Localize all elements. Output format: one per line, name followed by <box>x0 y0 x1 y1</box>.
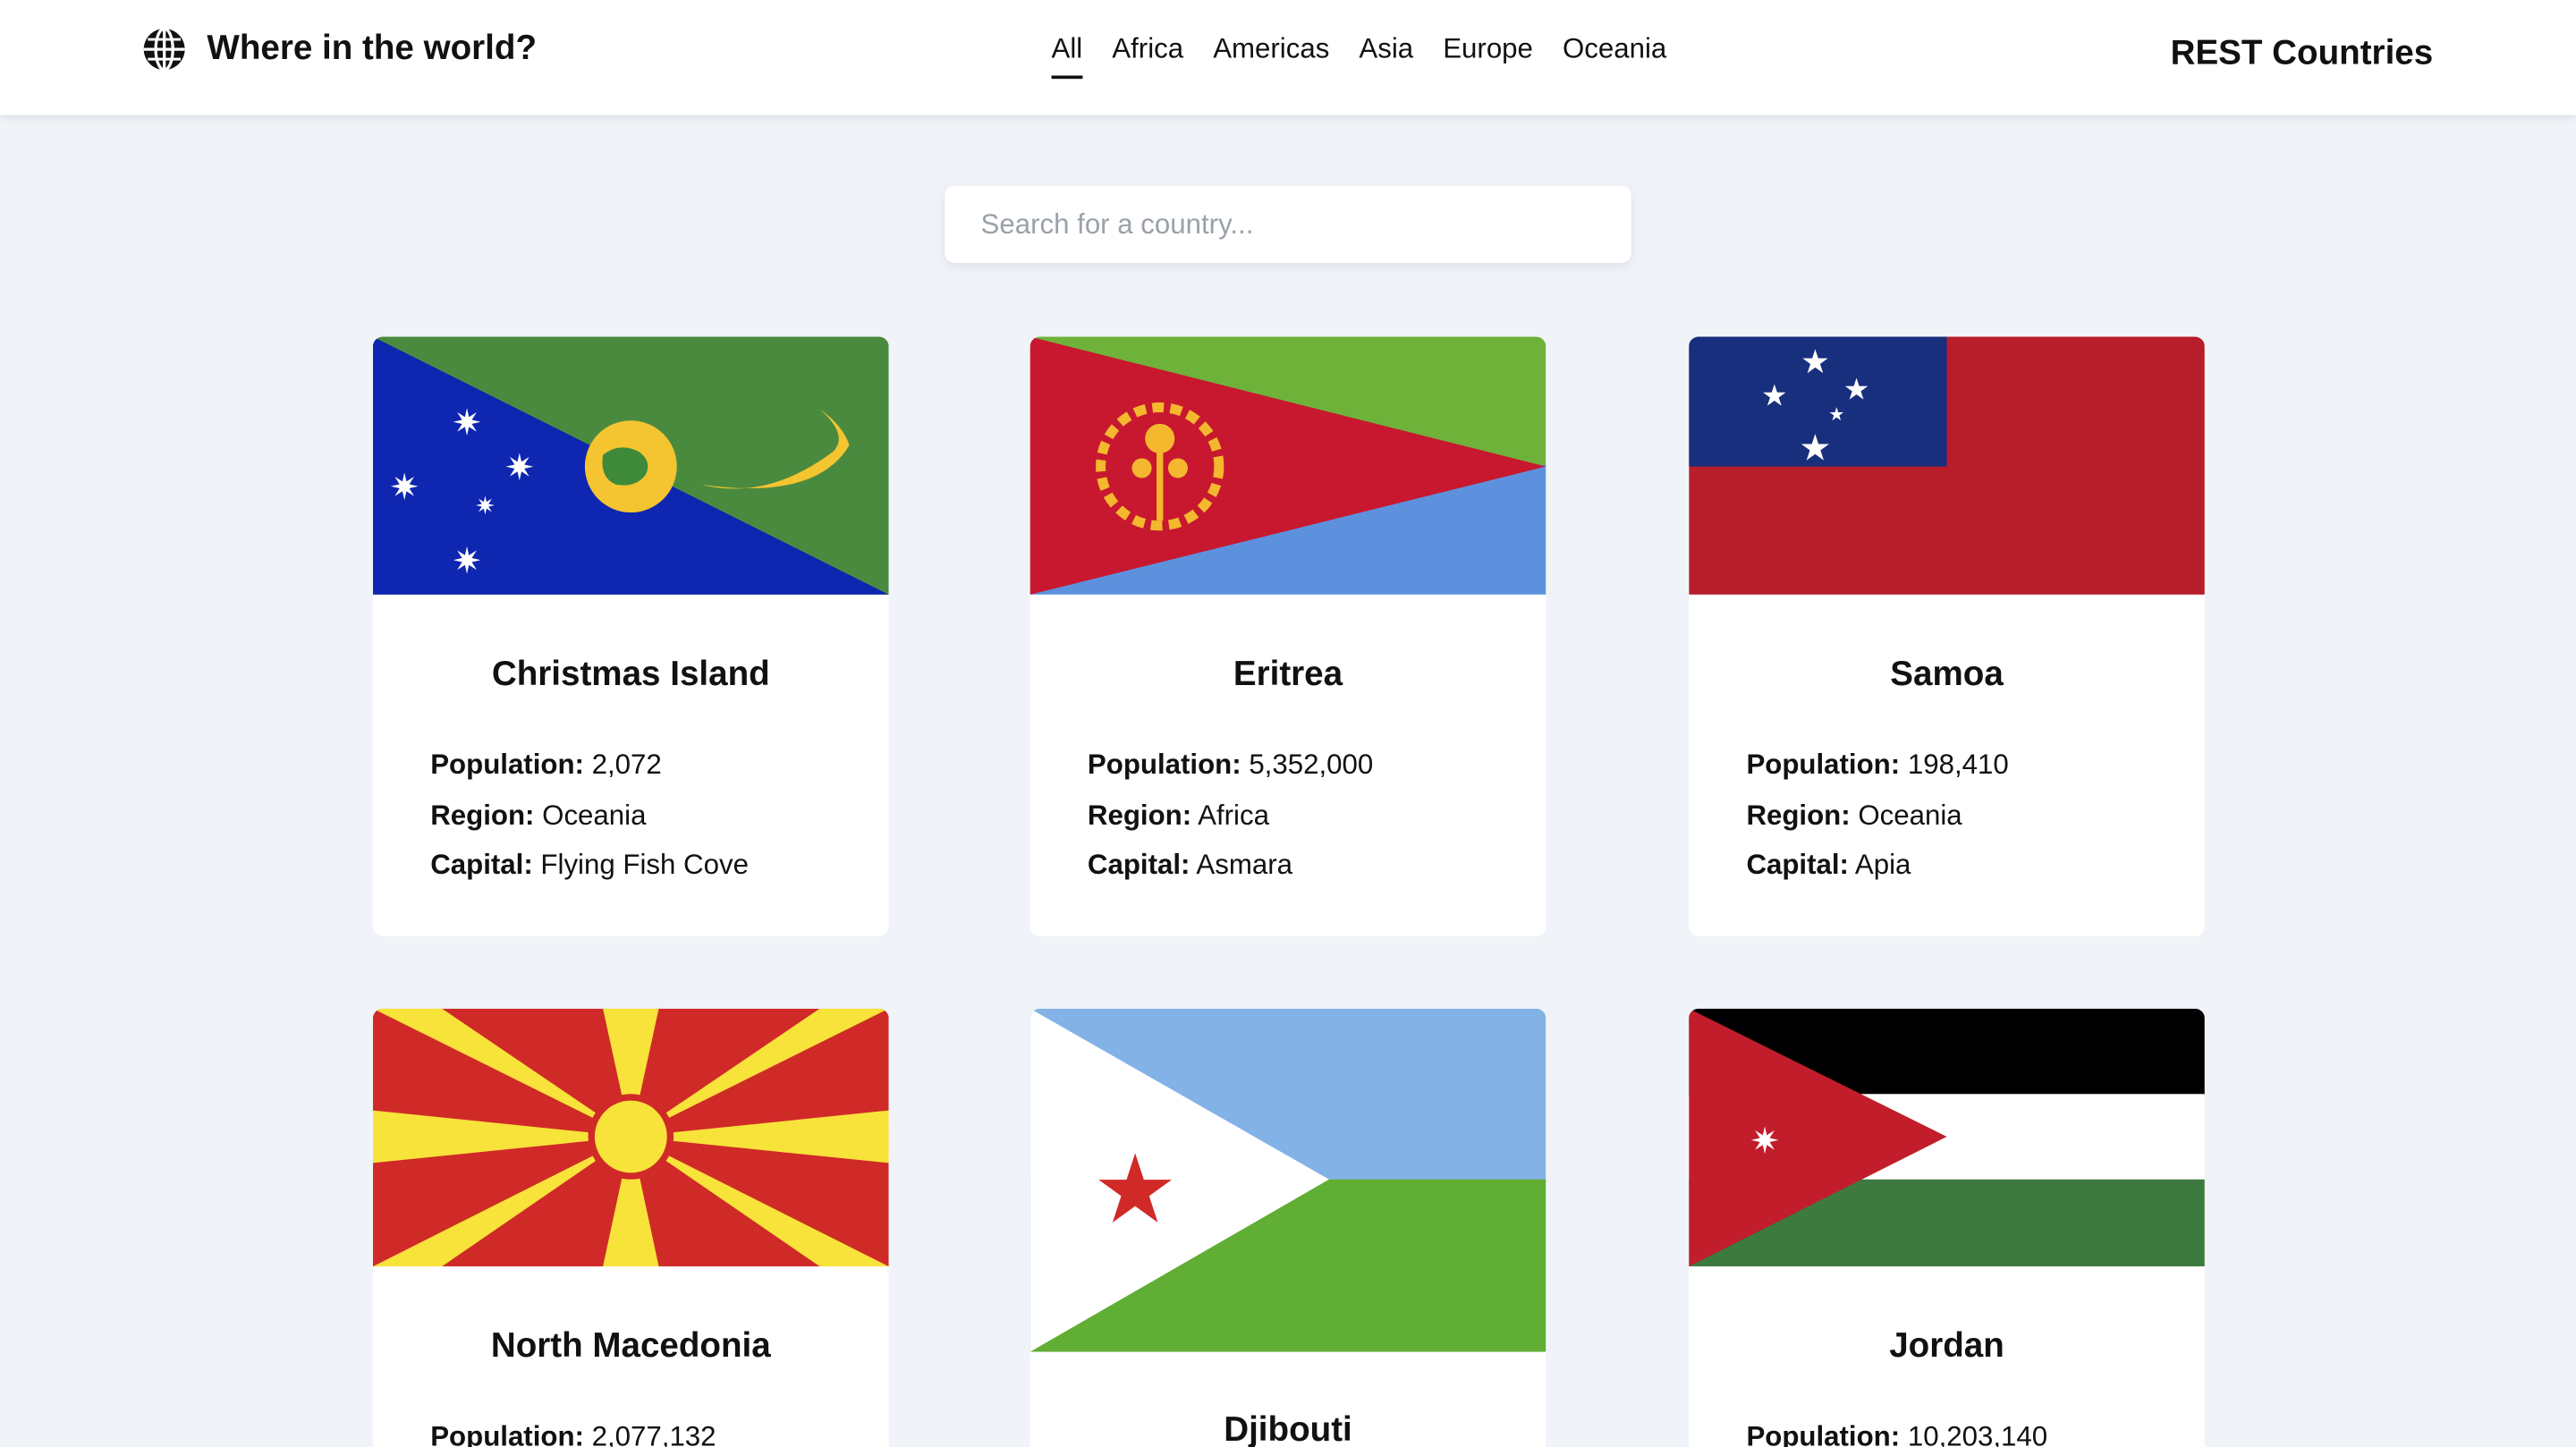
capital-value: Apia <box>1854 849 1911 881</box>
north-macedonia-flag-icon <box>372 1008 889 1267</box>
globe-icon <box>143 27 185 72</box>
nav-africa[interactable]: Africa <box>1112 33 1183 79</box>
country-card[interactable]: ✷ ✷ ✷ ✷ ✷ Christmas Island Population: 2… <box>372 336 889 936</box>
top-header: Where in the world? All Africa Americas … <box>0 0 2576 115</box>
population-label: Population: <box>1087 749 1241 781</box>
eritrea-flag-icon <box>1030 336 1546 595</box>
country-card[interactable]: ★ Djibouti <box>1030 1008 1546 1447</box>
svg-text:✷: ✷ <box>504 445 535 488</box>
region-label: Region: <box>1087 799 1192 831</box>
christmas-island-flag-icon: ✷ ✷ ✷ ✷ ✷ <box>372 336 889 595</box>
region-row: Region: Africa <box>1088 791 1488 841</box>
search-input[interactable] <box>945 185 1606 263</box>
nav-asia[interactable]: Asia <box>1359 33 1413 79</box>
population-label: Population: <box>430 1420 584 1447</box>
capital-label: Capital: <box>1746 849 1849 881</box>
region-nav: All Africa Americas Asia Europe Oceania <box>1051 33 1697 80</box>
country-name: Samoa <box>1890 655 2004 694</box>
population-row: Population: 2,072 <box>430 740 831 791</box>
svg-text:★: ★ <box>1799 426 1831 469</box>
population-row: Population: 5,352,000 <box>1088 740 1488 791</box>
app-title: REST Countries <box>2170 34 2434 72</box>
population-row: Population: 2,077,132 <box>430 1413 831 1447</box>
brand[interactable]: Where in the world? <box>141 26 537 72</box>
country-card[interactable]: Eritrea Population: 5,352,000 Region: Af… <box>1030 336 1546 936</box>
svg-text:✷: ✷ <box>452 402 482 444</box>
capital-value: Flying Fish Cove <box>540 849 749 881</box>
region-label: Region: <box>430 799 535 831</box>
country-name: Christmas Island <box>491 655 770 694</box>
population-row: Population: 198,410 <box>1746 740 2147 791</box>
nav-all[interactable]: All <box>1051 33 1083 80</box>
region-label: Region: <box>1746 799 1851 831</box>
capital-value: Asmara <box>1196 849 1292 881</box>
region-value: Oceania <box>1858 799 1962 831</box>
population-label: Population: <box>430 749 584 781</box>
svg-text:✷: ✷ <box>452 539 482 582</box>
samoa-flag-icon: ★ ★ ★ ★ ★ <box>1689 336 2205 595</box>
jordan-flag-icon: ✷ <box>1689 1008 2205 1267</box>
population-label: Population: <box>1746 1420 1901 1447</box>
population-label: Population: <box>1746 749 1901 781</box>
djibouti-flag-icon: ★ <box>1030 1008 1546 1352</box>
search-box <box>945 185 1631 263</box>
svg-text:★: ★ <box>1843 371 1870 406</box>
nav-oceania[interactable]: Oceania <box>1563 33 1666 79</box>
svg-text:✷: ✷ <box>1750 1119 1780 1162</box>
country-name: Djibouti <box>1224 1410 1352 1447</box>
nav-europe[interactable]: Europe <box>1443 33 1533 79</box>
population-value: 5,352,000 <box>1249 749 1374 781</box>
population-value: 198,410 <box>1907 749 2009 781</box>
svg-text:★: ★ <box>1092 1135 1178 1246</box>
capital-label: Capital: <box>1087 849 1191 881</box>
svg-text:★: ★ <box>1801 343 1830 381</box>
capital-row: Capital: Flying Fish Cove <box>430 841 831 891</box>
population-value: 2,072 <box>591 749 662 781</box>
svg-text:★: ★ <box>1828 403 1844 425</box>
region-row: Region: Oceania <box>430 791 831 841</box>
capital-row: Capital: Apia <box>1746 841 2147 891</box>
country-card[interactable]: ★ ★ ★ ★ ★ Samoa Population: 198,410 Regi… <box>1689 336 2205 936</box>
capital-label: Capital: <box>430 849 533 881</box>
region-row: Region: Oceania <box>1746 791 2147 841</box>
capital-row: Capital: Asmara <box>1088 841 1488 891</box>
country-name: Jordan <box>1889 1327 2004 1366</box>
population-value: 10,203,140 <box>1907 1420 2048 1447</box>
region-value: Africa <box>1198 799 1269 831</box>
country-card[interactable]: ✷ Jordan Population: 10,203,140 <box>1689 1008 2205 1447</box>
page: Where in the world? All Africa Americas … <box>0 0 2576 1447</box>
svg-text:✷: ✷ <box>475 492 496 520</box>
nav-americas[interactable]: Americas <box>1213 33 1329 79</box>
population-row: Population: 10,203,140 <box>1746 1413 2147 1447</box>
country-name: North Macedonia <box>490 1327 771 1366</box>
country-card[interactable]: North Macedonia Population: 2,077,132 <box>372 1008 889 1447</box>
brand-title: Where in the world? <box>207 30 538 68</box>
country-name: Eritrea <box>1233 655 1343 694</box>
population-value: 2,077,132 <box>591 1420 716 1447</box>
svg-text:★: ★ <box>1761 378 1788 413</box>
region-value: Oceania <box>542 799 647 831</box>
svg-text:✷: ✷ <box>389 465 419 508</box>
